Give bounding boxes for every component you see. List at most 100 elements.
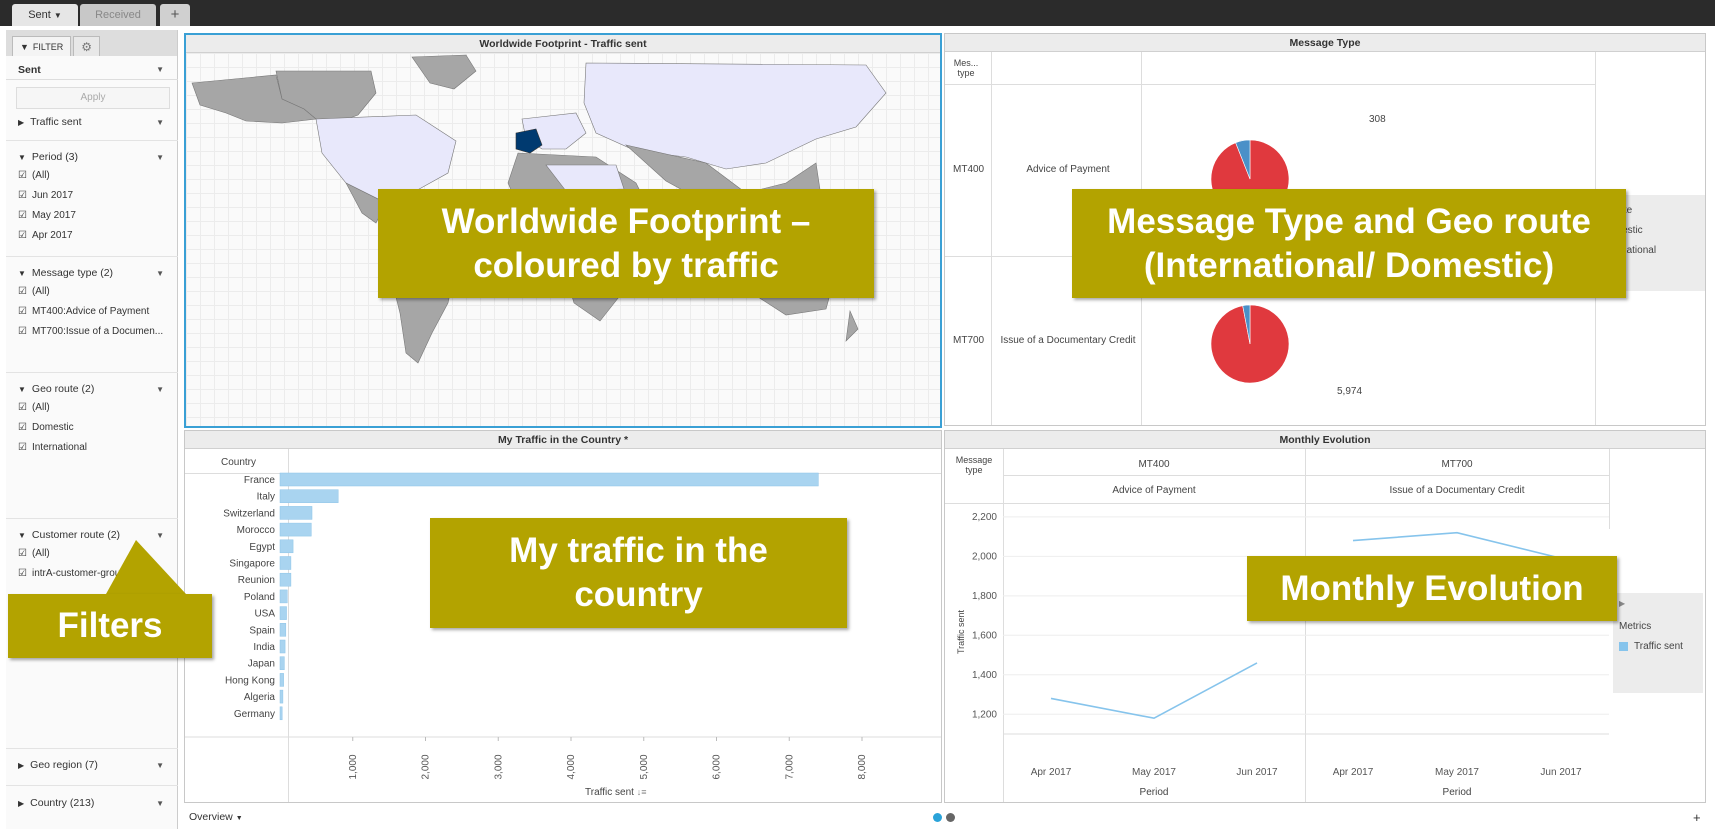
chevron-down-icon[interactable]: ▼ xyxy=(156,153,164,162)
chevron-down-icon: ▼ xyxy=(235,815,243,822)
chevron-down-icon[interactable]: ▼ xyxy=(156,799,164,808)
bar[interactable] xyxy=(279,623,287,637)
chevron-down-icon[interactable]: ▼ xyxy=(156,118,164,127)
filter-period-header[interactable]: ▼ Period (3) ▼ xyxy=(6,149,178,165)
callout-message-type: Message Type and Geo route (Internationa… xyxy=(1072,189,1626,298)
divider xyxy=(6,256,178,257)
bar[interactable] xyxy=(279,689,284,704)
filter-traffic-sent[interactable]: ▶ Traffic sent ▼ xyxy=(6,114,178,130)
caret-right-icon: ▶ xyxy=(18,799,25,808)
chevron-down-icon[interactable]: ▼ xyxy=(54,11,62,20)
bar-category-label: Spain xyxy=(249,625,275,636)
chevron-down-icon[interactable]: ▼ xyxy=(156,761,164,770)
tab-received-label: Received xyxy=(95,9,141,21)
x-tick-label: 5,000 xyxy=(639,754,650,779)
filter-message-type-all[interactable]: ☑ (All) xyxy=(6,281,178,301)
bar[interactable] xyxy=(279,656,285,670)
callout-map: Worldwide Footprint – coloured by traffi… xyxy=(378,189,874,298)
bar-category-label: Morocco xyxy=(237,525,276,536)
checkbox-checked-icon[interactable]: ☑ xyxy=(18,326,27,337)
caret-down-icon: ▼ xyxy=(18,269,26,278)
chevron-down-icon[interactable]: ▼ xyxy=(156,385,164,394)
page-dot-active[interactable] xyxy=(933,813,942,822)
bar[interactable] xyxy=(279,606,287,620)
caret-right-icon: ▶ xyxy=(18,761,25,770)
legend-item-traffic-sent[interactable]: Traffic sent xyxy=(1619,641,1683,652)
filter-message-type-mt700[interactable]: ☑ MT700:Issue of a Documen... xyxy=(6,321,178,341)
filter-geo-route-domestic[interactable]: ☑ Domestic xyxy=(6,417,178,437)
series-line-mt400[interactable] xyxy=(1050,662,1258,720)
sort-icon[interactable]: ↓≡ xyxy=(637,787,647,797)
bar[interactable] xyxy=(279,522,312,537)
filter-tab[interactable]: ▼ FILTER xyxy=(12,36,72,56)
x-tick-label: 4,000 xyxy=(566,754,577,779)
map-country-shape[interactable] xyxy=(411,54,477,90)
settings-tab[interactable]: ⚙ xyxy=(73,36,101,56)
apply-button[interactable]: Apply xyxy=(16,87,170,109)
chevron-down-icon[interactable]: ▼ xyxy=(156,531,164,540)
filter-geo-route-all[interactable]: ☑ (All) xyxy=(6,397,178,417)
bar[interactable] xyxy=(279,639,286,654)
bar-category-label: Reunion xyxy=(238,575,275,586)
filter-country[interactable]: ▶ Country (213) ▼ xyxy=(6,795,178,811)
chevron-down-icon[interactable]: ▼ xyxy=(156,269,164,278)
bar-category-label: Hong Kong xyxy=(225,675,275,686)
y-tick-label: 1,400 xyxy=(972,670,997,681)
funnel-icon: ▼ xyxy=(20,41,29,52)
chevron-down-icon: ▼ xyxy=(156,65,164,74)
filter-sidebar: ▼ FILTER ⚙ Sent ▼ Apply ▶ Traffic sent ▼ ▼ Pe… xyxy=(6,30,178,829)
x-axis-title-text: Traffic sent xyxy=(585,787,634,798)
checkbox-checked-icon[interactable]: ☑ xyxy=(18,210,27,221)
filter-period-may[interactable]: ☑ May 2017 xyxy=(6,205,178,225)
checkbox-checked-icon[interactable]: ☑ xyxy=(18,170,27,181)
map-country-shape[interactable] xyxy=(845,309,859,342)
y-tick-label: 2,200 xyxy=(972,512,997,523)
bar[interactable] xyxy=(279,706,283,721)
overview-dropdown[interactable]: Overview ▼ xyxy=(189,811,243,823)
map-country-shape[interactable] xyxy=(583,62,887,170)
tab-sent[interactable]: Sent ▼ xyxy=(12,4,78,26)
filter-geo-route-international[interactable]: ☑ International xyxy=(6,437,178,457)
bar-category-label: Germany xyxy=(234,709,275,720)
checkbox-checked-icon[interactable]: ☑ xyxy=(18,442,27,453)
bar[interactable] xyxy=(279,489,339,503)
bar-category-label: Singapore xyxy=(229,559,275,570)
x-tick-label: 7,000 xyxy=(784,754,795,779)
tab-received[interactable]: Received xyxy=(80,4,156,26)
bar[interactable] xyxy=(279,572,292,587)
filter-message-type-mt400[interactable]: ☑ MT400:Advice of Payment xyxy=(6,301,178,321)
caret-right-icon[interactable]: ▶ xyxy=(1619,599,1625,608)
bar[interactable] xyxy=(279,589,288,604)
checkbox-checked-icon[interactable]: ☑ xyxy=(18,306,27,317)
bar-category-label: India xyxy=(253,642,275,653)
series-line-mt700[interactable] xyxy=(1352,531,1562,560)
add-tab-button[interactable]: + xyxy=(160,4,190,26)
checkbox-checked-icon[interactable]: ☑ xyxy=(18,422,27,433)
divider xyxy=(6,518,178,519)
measure-selector[interactable]: Sent ▼ xyxy=(6,60,178,80)
checkbox-checked-icon[interactable]: ☑ xyxy=(18,190,27,201)
bar[interactable] xyxy=(279,506,313,520)
checkbox-checked-icon[interactable]: ☑ xyxy=(18,286,27,297)
filter-period-all[interactable]: ☑ (All) xyxy=(6,165,178,185)
bar[interactable] xyxy=(279,472,819,487)
filter-geo-region[interactable]: ▶ Geo region (7) ▼ xyxy=(6,757,178,773)
filter-period-jun[interactable]: ☑ Jun 2017 xyxy=(6,185,178,205)
page-dot[interactable] xyxy=(946,813,955,822)
checkbox-label: (All) xyxy=(31,169,50,181)
filter-period: ▼ Period (3) ▼ ☑ (All) ☑ Jun 2017 ☑ May 2017 … xyxy=(6,149,178,245)
overview-label: Overview xyxy=(189,811,233,823)
bar[interactable] xyxy=(279,673,284,687)
bar[interactable] xyxy=(279,556,292,570)
add-page-button[interactable]: + xyxy=(1693,810,1701,825)
filter-message-type-header[interactable]: ▼ Message type (2) ▼ xyxy=(6,265,178,281)
filter-header: ▼ FILTER ⚙ xyxy=(6,30,177,56)
checkbox-checked-icon[interactable]: ☑ xyxy=(18,402,27,413)
filter-geo-route-header[interactable]: ▼ Geo route (2) ▼ xyxy=(6,381,178,397)
bar-category-label: USA xyxy=(254,609,275,620)
bar-category-label: Algeria xyxy=(244,692,276,703)
checkbox-checked-icon[interactable]: ☑ xyxy=(18,230,27,241)
filter-period-apr[interactable]: ☑ Apr 2017 xyxy=(6,225,178,245)
pie-mt700[interactable] xyxy=(1210,304,1290,384)
bar[interactable] xyxy=(279,539,294,554)
